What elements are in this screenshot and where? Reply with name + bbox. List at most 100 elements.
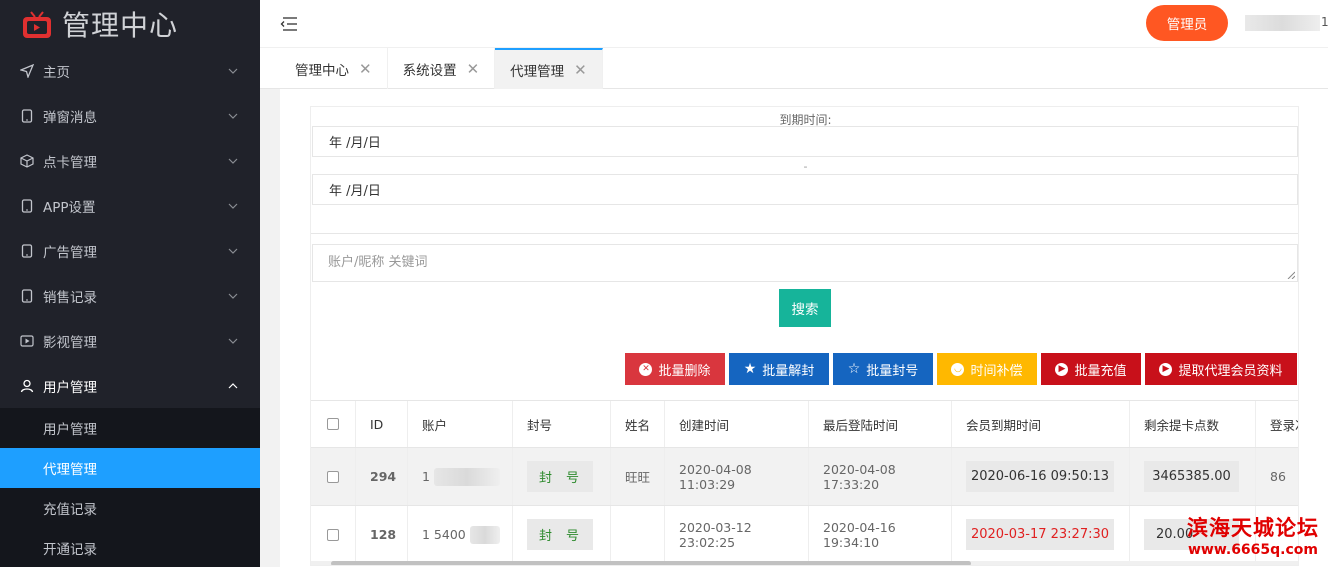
date-end-input[interactable]: 年 /月/日 [312,174,1298,205]
sidebar-item-sales[interactable]: 销售记录 [0,273,260,318]
sidebar-item-users[interactable]: 用户管理 [0,363,260,408]
sidebar-item-label: 销售记录 [43,289,97,306]
chevron-down-icon [228,338,238,344]
sidebar-item-video[interactable]: 影视管理 [0,318,260,363]
sidebar-item-popup[interactable]: 弹窗消息 [0,93,260,138]
sidebar-subitem-activation[interactable]: 开通记录 [0,528,260,567]
column-header[interactable]: 剩余提卡点数 [1130,401,1256,447]
sidebar-item-ads[interactable]: 广告管理 [0,228,260,273]
ban-button[interactable]: 封号 [527,519,593,550]
sidebar-item-label: 影视管理 [43,334,97,351]
select-all-cell [311,401,356,447]
close-icon[interactable]: ✕ [467,60,480,78]
close-icon[interactable]: ✕ [359,60,372,78]
last-login-cell: 2020-04-08 17:33:20 [809,448,952,505]
chevron-down-icon [228,68,238,74]
sidebar-item-label: 主页 [43,64,70,81]
column-header[interactable]: ID [356,401,408,447]
chevron-down-icon [228,113,238,119]
chevron-down-icon [228,158,238,164]
table-row[interactable]: 128 1 5400 封号 2020-03-12 23:02:25 2020-0… [311,506,1298,564]
send-icon [20,63,34,78]
sidebar-item-label: 弹窗消息 [43,109,97,126]
sidebar-subitem-agent-mgmt[interactable]: 代理管理 [0,448,260,488]
table-header-row: ID 账户 封号 姓名 创建时间 最后登陆时间 会员到期时间 剩余提卡点数 登录… [311,401,1298,448]
cube-icon [20,153,34,168]
phone-icon [20,243,34,258]
row-checkbox[interactable] [327,470,339,483]
scrollbar-thumb[interactable] [331,561,971,565]
main-content: 到期时间: 年 /月/日 - 年 /月/日 账户/昵称 关键词 搜索 ✕ 批量删… [280,89,1328,567]
menu-fold-icon[interactable] [280,16,298,32]
search-button[interactable]: 搜索 [779,289,831,327]
ban-button[interactable]: 封号 [527,461,593,492]
sidebar-item-label: 点卡管理 [43,154,97,171]
batch-unban-button[interactable]: ★ 批量解封 [729,353,829,385]
sidebar-item-cards[interactable]: 点卡管理 [0,138,260,183]
sidebar-item-label: 用户管理 [43,379,97,396]
admin-role-button[interactable]: 管理员 [1146,5,1228,41]
row-checkbox[interactable] [327,528,339,541]
app-title: 管理中心 [62,9,179,42]
tab-agent-mgmt[interactable]: 代理管理 ✕ [495,48,603,89]
play-icon: ▶ [1159,362,1173,376]
star-icon: ★ [743,361,757,377]
phone-icon [20,108,34,123]
x-circle-icon: ✕ [639,362,653,376]
batch-recharge-button[interactable]: ▶ 批量充值 [1041,353,1141,385]
button-label: 批量解封 [762,363,815,379]
column-header[interactable]: 封号 [513,401,611,447]
batch-ban-button[interactable]: ☆ 批量封号 [833,353,933,385]
row-select-cell [311,448,356,505]
column-header[interactable]: 姓名 [611,401,665,447]
user-name-blurred[interactable] [1245,15,1320,31]
date-start-input[interactable]: 年 /月/日 [312,126,1298,157]
tab-admin-center[interactable]: 管理中心 ✕ [280,48,388,89]
button-label: 时间补偿 [970,363,1023,379]
smile-icon: ◡ [951,362,965,376]
chevron-up-icon [228,382,238,388]
top-header: 管理员 1 [260,0,1328,48]
sidebar-item-app-settings[interactable]: APP设置 [0,183,260,228]
watermark-title: 滨海天城论坛 [1187,515,1319,540]
column-header[interactable]: 账户 [408,401,513,447]
sidebar-subitem-recharge[interactable]: 充值记录 [0,488,260,528]
horizontal-scrollbar[interactable] [311,561,1298,565]
table-row[interactable]: 294 1 封号 旺旺 2020-04-08 11:03:29 2020-04-… [311,448,1298,506]
batch-delete-button[interactable]: ✕ 批量删除 [625,353,725,385]
user-icon [20,379,34,393]
column-header[interactable]: 最后登陆时间 [809,401,952,447]
resize-grip-icon[interactable] [1287,271,1295,279]
account-cell: 1 [408,448,513,505]
expire-cell: 2020-03-17 23:27:30 [952,506,1130,563]
button-label: 批量充值 [1074,363,1127,379]
sidebar-item-home[interactable]: 主页 [0,48,260,93]
row-select-cell [311,506,356,563]
select-all-checkbox[interactable] [327,418,339,430]
id-cell: 128 [356,506,408,563]
expire-input[interactable]: 2020-06-16 09:50:13 [966,461,1114,492]
account-redacted [433,467,500,486]
tab-system-settings[interactable]: 系统设置 ✕ [388,48,496,89]
export-agent-members-button[interactable]: ▶ 提取代理会员资料 [1145,353,1297,385]
ban-cell: 封号 [513,506,611,563]
phone-icon [20,288,34,303]
points-cell: 3465385.00 [1130,448,1256,505]
points-input[interactable]: 3465385.00 [1144,461,1239,492]
watermark-url: www.6665q.com [1187,542,1319,558]
range-dash: - [803,160,808,173]
time-compensate-button[interactable]: ◡ 时间补偿 [937,353,1037,385]
column-header[interactable]: 创建时间 [665,401,809,447]
expire-input[interactable]: 2020-03-17 23:27:30 [966,519,1114,550]
close-icon[interactable]: ✕ [574,61,587,79]
column-header[interactable]: 会员到期时间 [952,401,1130,447]
column-header[interactable]: 登录次 [1256,401,1298,447]
tab-label: 系统设置 [402,62,457,79]
sidebar-subitem-user-mgmt[interactable]: 用户管理 [0,408,260,448]
name-cell: 旺旺 [611,448,665,505]
chevron-down-icon [228,248,238,254]
keyword-input[interactable]: 账户/昵称 关键词 [312,244,1298,282]
last-login-cell: 2020-04-16 19:34:10 [809,506,952,563]
agent-table: ID 账户 封号 姓名 创建时间 最后登陆时间 会员到期时间 剩余提卡点数 登录… [311,400,1298,564]
button-label: 提取代理会员资料 [1178,363,1283,379]
